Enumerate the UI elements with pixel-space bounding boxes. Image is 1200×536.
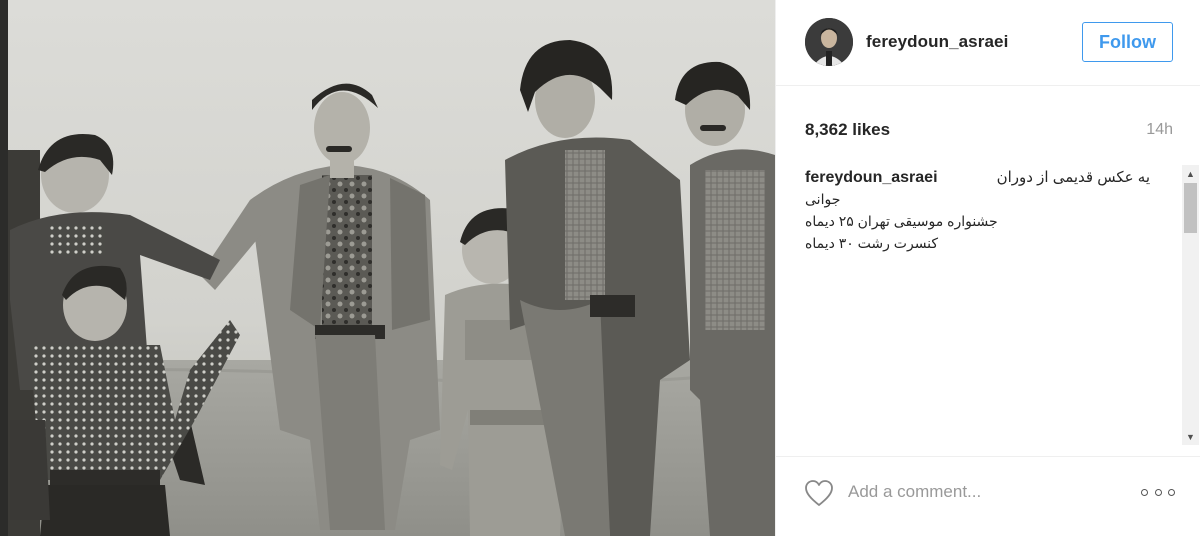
post-details-panel: fereydoun_asraei Follow 8,362 likes 14h … [775,0,1200,536]
username[interactable]: fereydoun_asraei [866,32,1008,52]
heart-icon[interactable] [804,479,834,507]
post-photo[interactable] [0,0,775,536]
follow-button[interactable]: Follow [1082,22,1173,62]
caption-text-line-1: یه عکس قدیمی از دوران [996,169,1150,186]
caption-text-line-4: کنسرت رشت ۳۰ دیماه [805,232,1150,254]
post-header: fereydoun_asraei Follow [776,0,1200,86]
comment-input[interactable] [848,479,1118,505]
caption-first-line: یه عکس قدیمی از دوران fereydoun_asraei [805,167,1150,188]
post-time[interactable]: 14h [1146,121,1173,139]
caption-username[interactable]: fereydoun_asraei [805,167,938,188]
more-dot [1168,488,1175,496]
likes-count[interactable]: 8,362 likes [805,120,890,140]
vintage-family-photo [0,0,775,536]
more-options-icon[interactable] [1141,482,1175,502]
scroll-up-icon[interactable]: ▲ [1182,165,1199,182]
caption-text-line-3: جشنواره موسیقی تهران ۲۵ دیماه [805,210,1150,232]
more-dot [1141,488,1148,496]
comment-bar [776,456,1200,536]
avatar-image [805,18,853,66]
scrollbar-thumb[interactable] [1184,183,1197,233]
scroll-down-icon[interactable]: ▼ [1182,428,1199,445]
caption: یه عکس قدیمی از دوران fereydoun_asraei ج… [805,167,1150,442]
avatar[interactable] [805,18,853,66]
more-dot [1154,488,1162,496]
caption-line-4-text: کنسرت رشت ۳۰ دیماه [805,235,939,251]
photo-left-edge [0,0,8,536]
caption-scrollbar[interactable]: ▲ ▼ [1182,165,1199,445]
caption-line-3-text: جشنواره موسیقی تهران ۲۵ دیماه [805,213,998,229]
caption-line-2-text: جوانی [805,191,841,207]
caption-text-line-2: جوانی [805,188,1150,210]
